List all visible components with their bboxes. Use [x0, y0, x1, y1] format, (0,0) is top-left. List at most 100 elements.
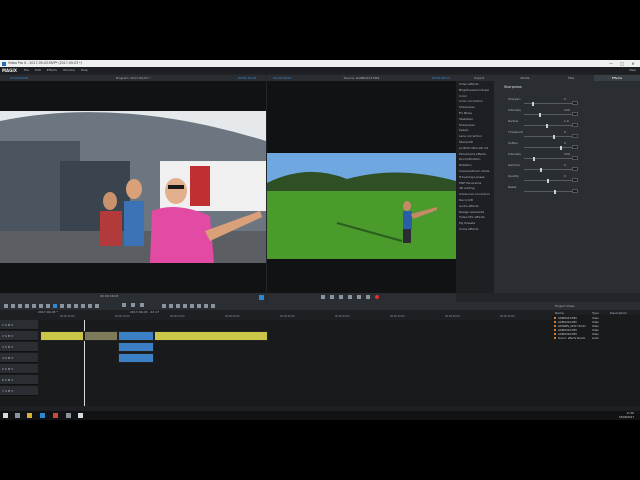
timeline-tool-icon[interactable]	[39, 304, 43, 308]
record-icon[interactable]	[374, 295, 379, 299]
timeline-tool-icon[interactable]	[190, 304, 194, 308]
timeline-tool-icon[interactable]	[74, 304, 78, 308]
menu-effects[interactable]: Effects	[47, 68, 57, 72]
slider-knob[interactable]	[553, 134, 555, 139]
slider-knob[interactable]	[540, 167, 542, 172]
maximize-button[interactable]: □	[617, 60, 627, 67]
video-clip[interactable]	[84, 331, 118, 341]
timeline-tool-icon[interactable]	[169, 304, 173, 308]
timeline-tool-icon[interactable]	[162, 304, 166, 308]
param-slider[interactable]	[524, 167, 574, 172]
stop-icon[interactable]	[338, 295, 343, 299]
column-description[interactable]: Description	[610, 311, 627, 315]
slider-knob[interactable]	[554, 189, 556, 194]
timeline-tab-project[interactable]: 2017-09-03 *	[38, 310, 58, 314]
column-name[interactable]: Name	[555, 311, 564, 315]
step-forward-icon[interactable]	[356, 295, 361, 299]
settings-icon[interactable]	[66, 413, 71, 418]
video-clip[interactable]	[154, 331, 268, 341]
param-input[interactable]	[572, 101, 578, 105]
menu-help[interactable]: Help	[81, 68, 88, 72]
effects-category-item[interactable]: Brightness/Contrast	[456, 88, 494, 94]
timeline-tool-icon[interactable]	[204, 304, 208, 308]
param-input[interactable]	[572, 156, 578, 160]
timeline-tool-icon[interactable]	[211, 304, 215, 308]
track-header[interactable]: 2 S M V	[0, 331, 38, 341]
param-input[interactable]	[572, 178, 578, 182]
start-icon[interactable]	[3, 413, 8, 418]
track-header[interactable]: 6 S M V	[0, 375, 38, 385]
param-slider[interactable]	[524, 112, 574, 117]
slider-knob[interactable]	[539, 112, 541, 117]
effects-category-item[interactable]: Cross effects	[456, 227, 494, 233]
project-file-row[interactable]: GOPR0123.MP4 Video	[552, 317, 640, 320]
param-input[interactable]	[572, 145, 578, 149]
param-input[interactable]	[572, 189, 578, 193]
timeline-tool-icon[interactable]	[4, 304, 8, 308]
minimize-button[interactable]: —	[606, 60, 616, 67]
skip-forward-icon[interactable]	[365, 295, 370, 299]
slider-knob[interactable]	[546, 123, 548, 128]
timeline-tool-icon[interactable]	[60, 304, 64, 308]
file-explorer-icon[interactable]	[27, 413, 32, 418]
menu-window[interactable]: Window	[63, 68, 75, 72]
param-input[interactable]	[572, 123, 578, 127]
timeline-tool-icon[interactable]	[67, 304, 71, 308]
timeline-tool-icon[interactable]	[32, 304, 36, 308]
project-file-row[interactable]: GOPR0125.MP4 Video	[552, 329, 640, 332]
timeline-tool-icon[interactable]	[176, 304, 180, 308]
track-header[interactable]: 3 S M V	[0, 342, 38, 352]
project-file-row[interactable]: ANTARES_22017-09-03 Video	[552, 325, 640, 328]
column-type[interactable]: Type	[592, 311, 599, 315]
timeline-tab-sequence[interactable]: 2017-09-03 - 22:17	[130, 310, 159, 314]
video-clip-selected[interactable]	[118, 331, 154, 341]
timeline-tool-icon[interactable]	[46, 304, 50, 308]
play-icon[interactable]	[347, 295, 352, 299]
slider-knob[interactable]	[547, 178, 549, 183]
param-input[interactable]	[572, 167, 578, 171]
param-slider[interactable]	[524, 101, 574, 106]
timeline-tool-icon[interactable]	[81, 304, 85, 308]
video-clip-selected[interactable]	[118, 353, 154, 363]
param-slider[interactable]	[524, 178, 574, 183]
timeline-stop-icon[interactable]	[122, 303, 126, 307]
timeline-tool-icon[interactable]	[25, 304, 29, 308]
param-slider[interactable]	[524, 156, 574, 161]
taskbar-clock[interactable]: 11:30 03/09/2017	[619, 412, 634, 420]
param-slider[interactable]	[524, 123, 574, 128]
slider-knob[interactable]	[560, 145, 562, 150]
track-header[interactable]: 7 S M V	[0, 386, 38, 396]
project-file-row[interactable]: GOPR0126.MP4 Video	[552, 333, 640, 336]
new-button[interactable]: New	[629, 67, 636, 74]
browser-icon[interactable]	[40, 413, 45, 418]
param-input[interactable]	[572, 134, 578, 138]
timeline-tool-icon[interactable]	[197, 304, 201, 308]
track-header[interactable]: 5 S M V	[0, 364, 38, 374]
project-file-row[interactable]: Sound - effects Ducam Audio	[552, 337, 640, 340]
timeline-tool-icon[interactable]	[183, 304, 187, 308]
timeline-play-icon[interactable]	[130, 303, 135, 307]
program-monitor[interactable]	[0, 81, 266, 293]
track-header[interactable]: 1 S M V	[0, 320, 38, 330]
param-slider[interactable]	[524, 134, 574, 139]
video-clip-selected[interactable]	[118, 342, 154, 352]
effects-category-item[interactable]: Camera/Zoom shots	[456, 169, 494, 175]
timeline-tool-icon[interactable]	[95, 304, 99, 308]
chrome-icon[interactable]	[53, 413, 58, 418]
param-slider[interactable]	[524, 145, 574, 150]
menu-edit[interactable]: Edit	[35, 68, 41, 72]
timeline-tool-icon[interactable]	[88, 304, 92, 308]
param-slider[interactable]	[524, 189, 574, 194]
timeline-forward-icon[interactable]	[139, 303, 144, 307]
slider-knob[interactable]	[532, 101, 534, 106]
close-button[interactable]: ✕	[628, 60, 638, 67]
fullscreen-icon[interactable]	[259, 295, 264, 300]
timeline-tool-icon[interactable]	[11, 304, 15, 308]
project-file-row[interactable]: GOPR0124.MP4 Video	[552, 321, 640, 324]
timeline-ruler[interactable]: 2017-09-03 * 2017-09-03 - 22:17 00:00:05…	[0, 310, 552, 320]
timeline-tool-icon[interactable]	[53, 304, 57, 308]
menu-file[interactable]: File	[24, 68, 29, 72]
track-header[interactable]: 4 S M V	[0, 353, 38, 363]
param-input[interactable]	[572, 112, 578, 116]
video-clip[interactable]	[40, 331, 84, 341]
